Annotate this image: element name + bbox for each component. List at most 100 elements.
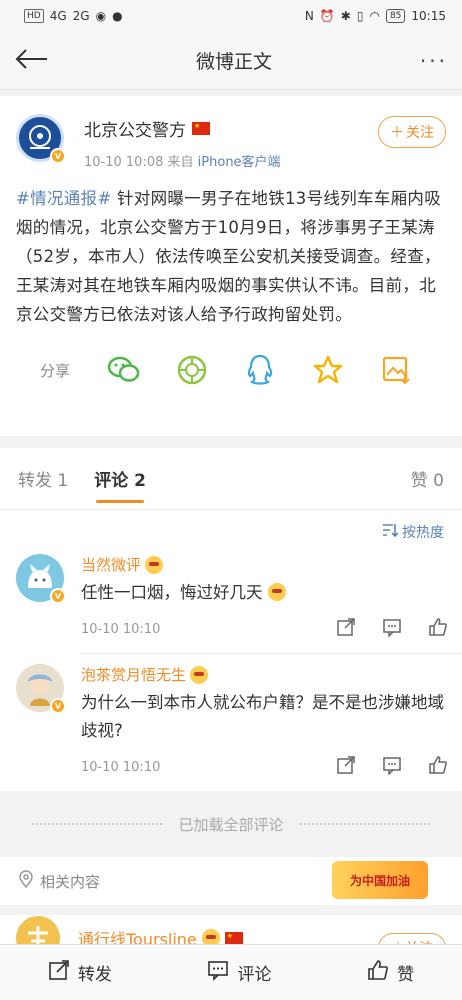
comment-item: V 泡茶赏月悟无生 为什么一到本市人就公布户籍？是不是也涉嫌地域歧视? 10-1… [0, 664, 462, 781]
status-right: N ⏰ ✱ ▯ ◠ 85 10:15 [305, 9, 446, 23]
interaction-tabs: 转发 1 评论 2 赞 0 [0, 448, 462, 510]
verified-badge-icon: V [50, 588, 66, 604]
comment-footer: 10-10 10:10 [81, 615, 448, 643]
like-button[interactable]: 赞 [367, 959, 414, 986]
comment-body: 泡茶赏月悟无生 为什么一到本市人就公布户籍？是不是也涉嫌地域歧视? 10-10 … [81, 664, 448, 781]
author-name[interactable]: 北京公交警方 [84, 116, 186, 141]
post-card: V 北京公交警方 10-10 10:08 来自 iPhone客户端 ＋ 关注 #… [0, 96, 462, 436]
nav-bar: 微博正文 ··· [0, 32, 462, 90]
bluetooth-icon: ✱ [340, 9, 351, 23]
moments-icon[interactable] [174, 351, 210, 389]
page-title: 微博正文 [195, 51, 272, 73]
smirk-emoji-icon [267, 583, 286, 601]
post-source[interactable]: iPhone客户端 [198, 155, 281, 170]
comment-item: V 当然微评 任性一口烟，悔过好几天 10-10 10:10 [0, 554, 462, 643]
battery-indicator: 85 [385, 9, 406, 23]
reply-icon[interactable] [382, 617, 402, 641]
wifi-icon: ◠ [369, 9, 380, 23]
comment-actions [336, 617, 448, 641]
source-prefix: 来自 [167, 155, 194, 170]
like-comment-icon[interactable] [428, 617, 448, 641]
verified-badge-icon: V [50, 148, 66, 164]
message-notify-icon: ● [112, 9, 123, 23]
post-meta: 10-10 10:08 来自 iPhone客户端 [84, 151, 378, 170]
comment-time: 10-10 10:10 [81, 621, 161, 637]
comment-actions [336, 755, 448, 779]
tab-like[interactable]: 赞 0 [411, 466, 444, 491]
comment-avatar[interactable]: V [16, 664, 66, 714]
qq-icon[interactable] [242, 351, 278, 389]
author-avatar[interactable]: V [16, 114, 66, 164]
status-time: 10:15 [411, 9, 446, 23]
qzone-icon[interactable] [310, 351, 346, 389]
post-time: 10-10 10:08 [84, 155, 164, 170]
tab-comment[interactable]: 评论 2 [94, 466, 146, 503]
china-flag-icon [224, 931, 243, 945]
hd-indicator: HD [24, 9, 44, 23]
wechat-icon[interactable] [106, 351, 142, 389]
comment-time: 10-10 10:10 [81, 759, 161, 775]
post-body: #情况通报# 针对网曝一男子在地铁13号线列车车厢内吸烟的情况，北京公交警方于1… [16, 184, 446, 329]
repost-icon [48, 959, 70, 986]
comment-text: 任性一口烟，悔过好几天 [81, 579, 448, 607]
comment-footer: 10-10 10:10 [81, 753, 448, 781]
topic-tag[interactable]: #情况通报# [16, 189, 111, 208]
alarm-icon: ⏰ [319, 9, 335, 23]
cheer-banner[interactable]: 为中国加油 [332, 861, 428, 899]
related-label: 相关内容 [40, 872, 101, 891]
nfc-icon: N [304, 9, 314, 23]
like-label: 赞 [397, 965, 415, 985]
follow-label: 关注 [406, 125, 434, 141]
signal-4g: 4G [49, 9, 67, 23]
author-info: 北京公交警方 10-10 10:08 来自 iPhone客户端 [84, 114, 378, 170]
loaded-all-label: 已加载全部评论 [178, 815, 284, 834]
comment-icon [207, 959, 229, 986]
comment-list: 按热度 V 当然微评 任性一口烟，悔过好几天 10-10 10:10 V 泡茶赏… [0, 510, 462, 791]
wechat-notify-icon: ◉ [95, 9, 107, 23]
plus-icon: ＋ [390, 125, 404, 141]
comment-author-row: 泡茶赏月悟无生 [81, 664, 448, 685]
thumbs-up-icon [367, 959, 389, 986]
vibrate-icon: ▯ [356, 9, 364, 23]
save-image-icon[interactable] [378, 351, 414, 389]
location-pin-icon [18, 870, 34, 892]
comment-author[interactable]: 当然微评 [81, 554, 141, 575]
comment-spacer [0, 781, 462, 791]
comment-body: 当然微评 任性一口烟，悔过好几天 10-10 10:10 [81, 554, 448, 643]
comment-text-content: 任性一口烟，悔过好几天 [81, 583, 263, 602]
follow-button[interactable]: ＋ 关注 [378, 116, 446, 148]
related-section-header: 相关内容 为中国加油 [0, 857, 462, 905]
member-badge-icon [145, 555, 164, 574]
author-name-row: 北京公交警方 [84, 116, 378, 141]
status-bar: HD 4G 2G ◉ ● N ⏰ ✱ ▯ ◠ 85 10:15 [0, 0, 462, 32]
share-comment-icon[interactable] [336, 755, 356, 779]
bottom-action-bar: 转发 评论 赞 [0, 944, 462, 1000]
member-badge-icon [190, 665, 209, 684]
share-row: 分享 [16, 351, 446, 389]
sort-control[interactable]: 按热度 [0, 510, 462, 554]
repost-button[interactable]: 转发 [48, 959, 112, 986]
post-text: 针对网曝一男子在地铁13号线列车车厢内吸烟的情况，北京公交警方于10月9日，将涉… [16, 189, 441, 324]
share-comment-icon[interactable] [336, 617, 356, 641]
comment-author-row: 当然微评 [81, 554, 448, 575]
share-label: 分享 [40, 361, 71, 380]
signal-2g: 2G [72, 9, 90, 23]
dotted-divider-left [32, 823, 163, 825]
reply-icon[interactable] [382, 755, 402, 779]
comment-text: 为什么一到本市人就公布户籍？是不是也涉嫌地域歧视? [81, 693, 444, 740]
comment-author[interactable]: 泡茶赏月悟无生 [81, 664, 186, 685]
verified-badge-icon: V [50, 698, 66, 714]
back-arrow-icon[interactable] [14, 48, 48, 74]
more-menu-icon[interactable]: ··· [420, 49, 448, 73]
status-left: HD 4G 2G ◉ ● [24, 9, 123, 23]
comment-avatar[interactable]: V [16, 554, 66, 604]
china-flag-icon [192, 122, 210, 135]
repost-label: 转发 [77, 965, 112, 985]
loaded-all-indicator: 已加载全部评论 [0, 791, 462, 857]
author-row: V 北京公交警方 10-10 10:08 来自 iPhone客户端 ＋ 关注 [16, 114, 446, 170]
comment-label: 评论 [237, 965, 272, 985]
comment-button[interactable]: 评论 [207, 959, 271, 986]
tab-repost[interactable]: 转发 1 [18, 466, 68, 491]
comment-divider [80, 653, 462, 654]
like-comment-icon[interactable] [428, 755, 448, 779]
